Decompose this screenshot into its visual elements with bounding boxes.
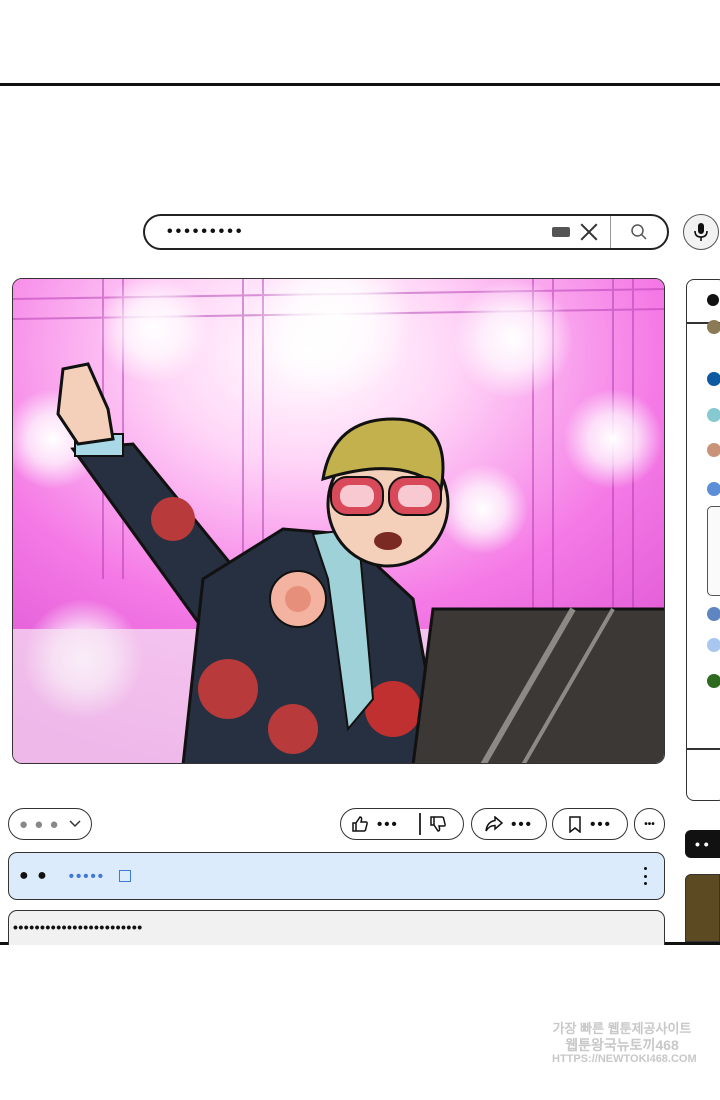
sidebar-dot[interactable] [707, 320, 720, 334]
more-horizontal-icon: ••• [644, 818, 655, 830]
channel-info-bar[interactable]: ● ● ••••• [8, 852, 665, 900]
watermark-line-3: HTTPS://NEWTOKI468.COM [552, 1053, 697, 1066]
like-button[interactable]: ••• [341, 815, 399, 833]
search-button[interactable] [610, 216, 667, 248]
sidebar-dot[interactable] [707, 638, 720, 652]
channel-pill-label: ● ● ● [19, 815, 60, 833]
dislike-button[interactable] [429, 815, 447, 837]
sidebar-thumbnail[interactable] [685, 874, 720, 942]
like-dislike-group: ••• [340, 808, 464, 840]
sidebar-chip[interactable]: • • [685, 830, 720, 858]
watermark: 가장 빠른 웹툰제공사이트 웹툰왕국뉴토끼468 HTTPS://NEWTOKI… [552, 1021, 697, 1066]
save-label: ••• [590, 815, 612, 833]
thumbs-up-icon [352, 816, 368, 832]
sidebar-card[interactable] [707, 506, 720, 596]
sidebar-dot[interactable] [707, 674, 720, 688]
channel-link[interactable]: ••••• [69, 868, 105, 885]
share-button[interactable]: ••• [471, 808, 547, 840]
sidebar-dot[interactable] [707, 607, 720, 621]
save-button[interactable]: ••• [552, 808, 628, 840]
close-icon[interactable] [578, 221, 600, 243]
kebab-menu-icon[interactable] [644, 867, 648, 885]
voice-search-button[interactable] [683, 214, 719, 250]
channel-name: ● ● [19, 867, 49, 884]
sidebar-panel [686, 279, 720, 801]
sidebar-dot[interactable] [707, 482, 720, 496]
share-icon [485, 816, 504, 832]
mic-icon [694, 223, 708, 241]
search-bar[interactable]: ••••••••• [143, 214, 669, 250]
like-divider [419, 813, 421, 835]
video-frame-illustration [13, 279, 664, 763]
description-text: •••••••••••••••••••••••• [13, 919, 143, 935]
sidebar-divider [687, 748, 720, 750]
top-divider [0, 83, 720, 86]
bookmark-icon [569, 815, 581, 833]
search-input[interactable]: ••••••••• [145, 223, 552, 241]
video-player[interactable] [12, 278, 665, 764]
more-actions-button[interactable]: ••• [634, 808, 665, 840]
thumbs-down-icon [430, 816, 446, 832]
keyboard-icon[interactable] [552, 227, 570, 237]
search-icon [631, 224, 647, 240]
sidebar-dot[interactable] [707, 408, 720, 422]
sidebar-dot[interactable] [707, 443, 720, 457]
sidebar-dot[interactable] [707, 372, 720, 386]
share-label: ••• [511, 815, 533, 833]
watermark-line-2: 웹툰왕국뉴토끼468 [565, 1036, 679, 1053]
like-count: ••• [377, 815, 399, 833]
chevron-down-icon [69, 820, 81, 828]
watermark-line-1: 가장 빠른 웹툰제공사이트 [552, 1021, 692, 1036]
sidebar-dot[interactable] [707, 294, 719, 306]
verified-square-icon [119, 870, 132, 882]
channel-button[interactable]: ● ● ● [8, 808, 92, 840]
